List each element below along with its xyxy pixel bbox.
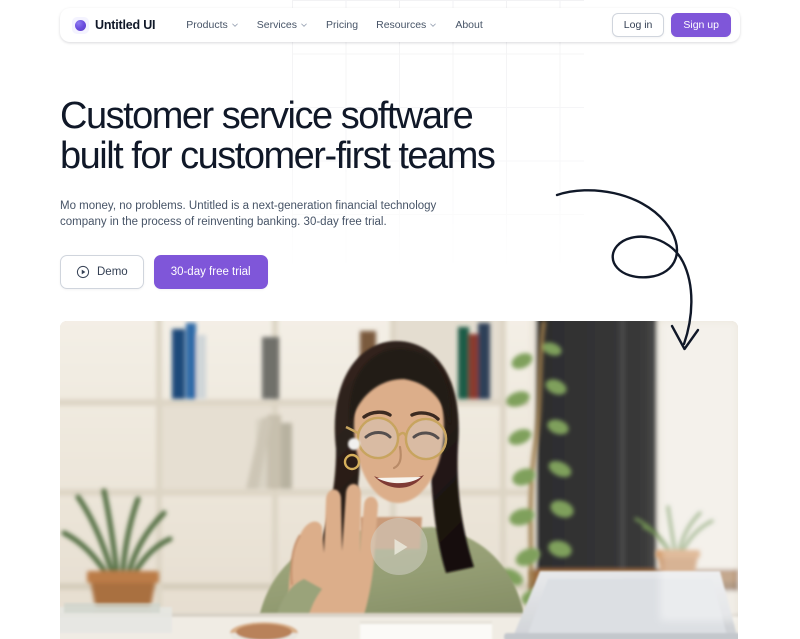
demo-button-label: Demo <box>97 266 128 278</box>
untitled-ui-circle-logo-icon <box>72 16 89 34</box>
play-circle-icon <box>76 265 90 279</box>
sign-up-button[interactable]: Sign up <box>671 13 731 37</box>
free-trial-button[interactable]: 30-day free trial <box>153 255 268 289</box>
chevron-down-icon <box>301 23 307 27</box>
nav-item-label: About <box>455 19 483 31</box>
nav-item-pricing[interactable]: Pricing <box>317 15 367 35</box>
nav-item-resources[interactable]: Resources <box>367 15 446 35</box>
page-title: Customer service software built for cust… <box>60 95 496 177</box>
demo-button[interactable]: Demo <box>60 255 144 289</box>
nav-links: Products Services Pricing Resources Abou… <box>177 15 491 35</box>
hero-section: Customer service software built for cust… <box>60 96 580 289</box>
hero-video-thumbnail[interactable] <box>60 321 738 639</box>
log-in-button[interactable]: Log in <box>611 13 665 37</box>
hero-photo <box>60 321 738 639</box>
brand-name: Untitled UI <box>95 18 156 32</box>
hero-subheading: Mo money, no problems. Untitled is a nex… <box>60 200 437 228</box>
play-triangle-icon <box>394 538 408 555</box>
hero-cta-row: Demo 30-day free trial <box>60 255 580 289</box>
nav-item-label: Products <box>186 19 228 31</box>
nav-item-label: Pricing <box>326 19 359 31</box>
nav-item-products[interactable]: Products <box>177 15 247 35</box>
brand-logo[interactable]: Untitled UI <box>72 16 156 34</box>
nav-item-services[interactable]: Services <box>248 15 317 35</box>
nav-item-label: Resources <box>376 19 427 31</box>
top-navigation-bar: Untitled UI Products Services Pricing Re… <box>60 8 740 42</box>
nav-item-label: Services <box>256 19 297 31</box>
nav-actions: Log in Sign up <box>611 13 731 37</box>
chevron-down-icon <box>430 23 437 27</box>
chevron-down-icon <box>231 23 238 27</box>
play-video-button[interactable] <box>370 518 428 575</box>
nav-item-about[interactable]: About <box>446 15 491 35</box>
landing-page: Untitled UI Products Services Pricing Re… <box>0 0 800 639</box>
